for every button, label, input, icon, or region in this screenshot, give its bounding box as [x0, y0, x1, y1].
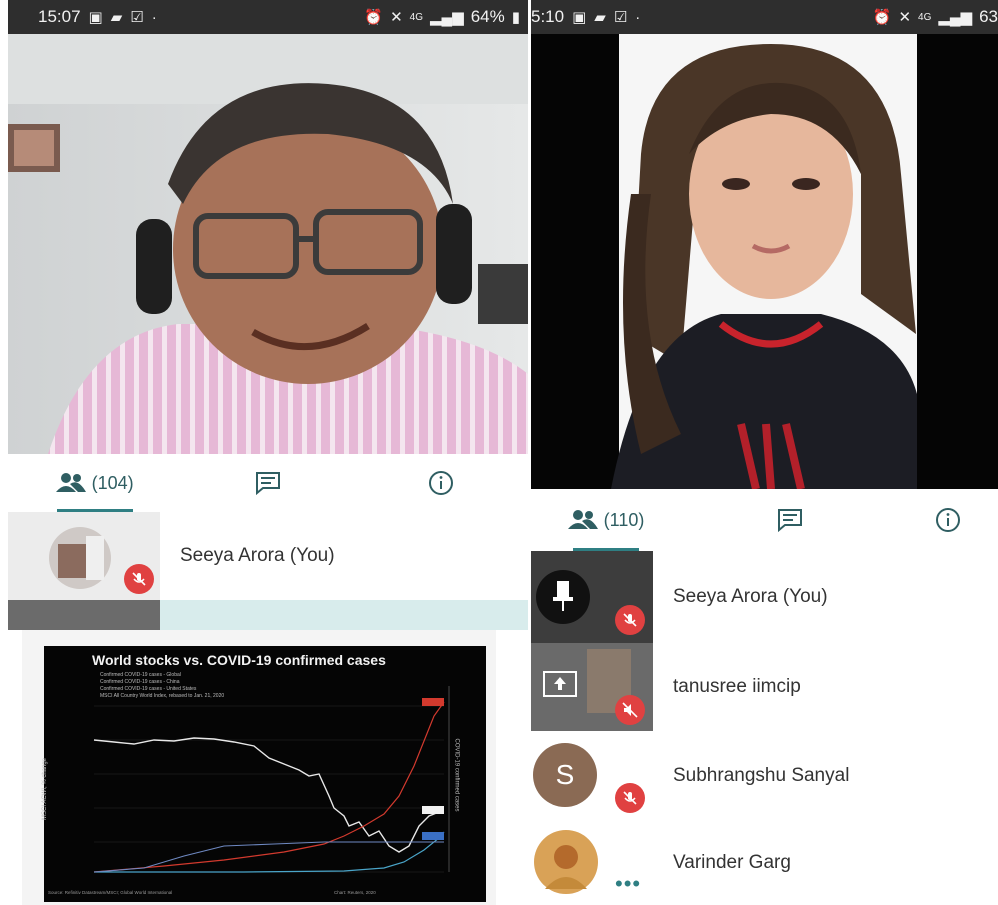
tab-chat[interactable]	[681, 489, 898, 551]
avatar-initial: S	[533, 743, 597, 807]
present-screen-icon	[543, 671, 577, 697]
chat-icon	[777, 509, 802, 532]
shared-screen: World stocks vs. COVID-19 confirmed case…	[22, 630, 496, 905]
status-bar: 15:07 ▣ ▰ ☑ · ⏰ ✕ 4G ▂▄▆ 64% ▮	[8, 0, 528, 34]
tab-bar: (110)	[531, 489, 998, 551]
participant-thumbnail: •••	[531, 821, 653, 905]
alarm-icon: ⏰	[364, 8, 384, 26]
dot-icon: ·	[151, 8, 157, 26]
mic-off-icon	[615, 783, 645, 813]
mute-notification-icon: ✕	[390, 8, 403, 26]
participant-thumbnail	[531, 551, 653, 643]
info-icon	[936, 508, 960, 532]
tab-participants[interactable]: (104)	[8, 454, 181, 512]
more-options-icon[interactable]: •••	[615, 873, 641, 895]
check-notification-icon: ☑	[130, 8, 144, 26]
status-time: 5:10	[531, 7, 565, 26]
us-cases-line	[94, 831, 445, 873]
participant-thumbnail	[8, 512, 160, 600]
status-bar: 5:10 ▣ ▰ ☑ · ⏰ ✕ 4G ▂▄▆ 63	[531, 0, 998, 34]
participant-thumbnail	[531, 643, 653, 731]
alarm-icon: ⏰	[872, 8, 892, 26]
participant-video	[8, 34, 528, 454]
participant-thumbnail: S	[531, 731, 653, 821]
signal-icon: ▂▄▆	[430, 8, 464, 26]
participant-row[interactable]: Seeya Arora (You)	[8, 512, 528, 600]
battery-icon: ▮	[511, 8, 520, 26]
participant-name: Seeya Arora (You)	[180, 545, 335, 566]
battery-percent: 63	[979, 7, 998, 26]
mic-off-icon	[615, 605, 645, 635]
participant-video	[611, 34, 917, 489]
slide-chart: World stocks vs. COVID-19 confirmed case…	[42, 646, 486, 902]
image-notification-icon: ▣	[88, 8, 103, 26]
participant-row[interactable]: tanusree iimcip	[531, 643, 998, 731]
mic-off-icon	[124, 564, 154, 594]
msci-index-line	[93, 737, 440, 853]
participant-name: Varinder Garg	[673, 852, 791, 873]
right-screenshot: 5:10 ▣ ▰ ☑ · ⏰ ✕ 4G ▂▄▆ 63 (110) Seeya A…	[531, 0, 998, 905]
participant-name: tanusree iimcip	[673, 676, 801, 697]
next-participant-thumbnail	[8, 600, 160, 630]
participant-name: Seeya Arora (You)	[673, 586, 828, 607]
info-icon	[429, 471, 454, 495]
participant-count: (110)	[603, 509, 645, 530]
participant-row[interactable]: S Subhrangshu Sanyal	[531, 731, 998, 821]
pin-icon	[536, 570, 590, 624]
chat-icon	[255, 472, 280, 495]
participant-row[interactable]: Seeya Arora (You)	[531, 551, 998, 643]
avatar	[534, 830, 598, 894]
participant-name: Subhrangshu Sanyal	[673, 765, 850, 786]
tab-participants[interactable]: (110)	[531, 489, 681, 551]
battery-percent: 64%	[470, 7, 505, 26]
ylabel-right: COVID-19 confirmed cases	[453, 738, 460, 812]
status-time: 15:07	[38, 7, 81, 26]
tab-bar: (104)	[8, 454, 528, 512]
participant-row[interactable]: ••• Varinder Garg	[531, 821, 998, 905]
message-notification-icon: ▰	[594, 8, 606, 26]
left-screenshot: 15:07 ▣ ▰ ☑ · ⏰ ✕ 4G ▂▄▆ 64% ▮ (104) See…	[8, 0, 528, 905]
video-feed	[8, 34, 528, 454]
message-notification-icon: ▰	[110, 8, 123, 26]
china-cases-line	[93, 841, 444, 873]
tab-info[interactable]	[355, 454, 528, 512]
slide-plot	[93, 686, 450, 873]
avatar	[49, 527, 111, 589]
participant-count: (104)	[91, 472, 134, 493]
dot-icon: ·	[635, 8, 641, 26]
people-icon	[567, 510, 598, 529]
ylabel-left: MSCI ACWI, % change	[42, 757, 49, 821]
image-notification-icon: ▣	[572, 8, 587, 26]
signal-icon: ▂▄▆	[938, 8, 973, 26]
global-cases-line	[93, 701, 445, 873]
people-icon	[55, 473, 86, 492]
mute-notification-icon: ✕	[898, 8, 912, 26]
tab-chat[interactable]	[181, 454, 354, 512]
video-feed	[531, 34, 998, 489]
volume-off-icon	[615, 695, 645, 725]
slide-credit: Chart: Reuters, 2020	[334, 890, 376, 895]
network-label: 4G	[918, 11, 932, 23]
network-label: 4G	[409, 11, 423, 23]
tab-info[interactable]	[898, 489, 998, 551]
slide-source: Source: Refinitiv Datastream/MSCI; Globa…	[48, 890, 173, 895]
avatar-letter: S	[555, 759, 575, 790]
check-notification-icon: ☑	[613, 8, 628, 26]
